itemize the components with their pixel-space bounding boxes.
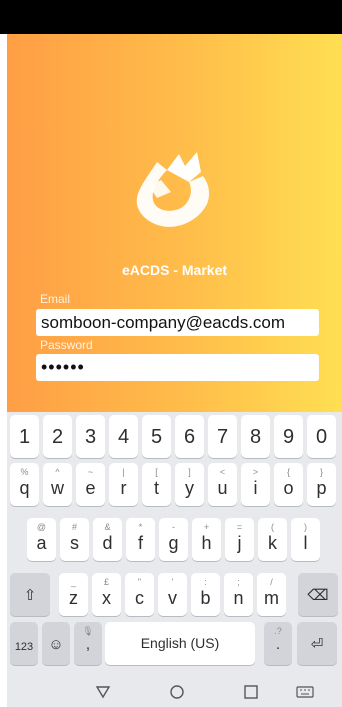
key-t[interactable]: [t — [142, 463, 171, 506]
period-key[interactable]: .? . — [264, 622, 292, 665]
key-a[interactable]: @ a — [27, 518, 56, 561]
key-x[interactable]: £ x — [92, 573, 121, 616]
key-b[interactable]: :b — [191, 573, 220, 616]
app-logo-icon — [136, 152, 210, 227]
key-u[interactable]: < u — [208, 463, 237, 506]
key-y[interactable]: ] y — [175, 463, 204, 506]
key-6[interactable]: 6 — [175, 415, 204, 458]
key-v[interactable]: ' v — [158, 573, 187, 616]
key-w[interactable]: ^ w — [43, 463, 72, 506]
keyboard-hide-icon[interactable] — [295, 683, 315, 701]
email-label: Email — [40, 292, 71, 306]
home-icon[interactable] — [167, 683, 187, 701]
shift-key[interactable]: ⇧ — [10, 573, 50, 616]
comma-key[interactable]: 🎙 , — [74, 622, 102, 665]
shift-icon: ⇧ — [23, 587, 37, 604]
key-q[interactable]: % q — [10, 463, 39, 506]
key-g[interactable]: -g — [159, 518, 188, 561]
key-9[interactable]: 9 — [274, 415, 303, 458]
key-k[interactable]: (k — [258, 518, 287, 561]
email-field[interactable]: somboon-company@eacds.com — [36, 309, 319, 336]
key-j[interactable]: = j — [225, 518, 254, 561]
key-l[interactable]: ) l — [291, 518, 320, 561]
status-bar — [0, 0, 342, 34]
key-z[interactable]: _ z — [59, 573, 88, 616]
key-2[interactable]: 2 — [43, 415, 72, 458]
key-f[interactable]: * f — [126, 518, 155, 561]
numbers-key[interactable]: 123 — [10, 622, 38, 665]
emoji-icon: ☺ — [48, 636, 64, 653]
recents-icon[interactable] — [241, 683, 261, 701]
password-label: Password — [40, 338, 93, 352]
key-e[interactable]: ~ e — [76, 463, 105, 506]
key-0[interactable]: 0 — [307, 415, 336, 458]
key-c[interactable]: " c — [125, 573, 154, 616]
navigation-bar — [7, 677, 342, 707]
enter-icon: ⏎ — [310, 636, 324, 653]
backspace-key[interactable]: ⌫ — [298, 573, 338, 616]
key-5[interactable]: 5 — [142, 415, 171, 458]
key-n[interactable]: ; n — [224, 573, 253, 616]
space-key[interactable]: English (US) — [105, 622, 255, 665]
key-o[interactable]: {o — [274, 463, 303, 506]
backspace-icon: ⌫ — [307, 587, 329, 604]
app-title: eACDS - Market — [121, 262, 228, 278]
back-icon[interactable] — [93, 683, 113, 701]
key-1[interactable]: 1 — [10, 415, 39, 458]
password-field[interactable]: •••••• — [36, 354, 319, 381]
emoji-key[interactable]: ☺ — [42, 622, 70, 665]
key-8[interactable]: 8 — [241, 415, 270, 458]
key-7[interactable]: 7 — [208, 415, 237, 458]
key-s[interactable]: # s — [60, 518, 89, 561]
enter-key[interactable]: ⏎ — [297, 622, 337, 665]
key-r[interactable]: | r — [109, 463, 138, 506]
key-d[interactable]: & d — [93, 518, 122, 561]
key-h[interactable]: + h — [192, 518, 221, 561]
login-screen: eACDS - Market Email somboon-company@eac… — [7, 34, 342, 412]
key-4[interactable]: 4 — [109, 415, 138, 458]
key-i[interactable]: > i — [241, 463, 270, 506]
key-p[interactable]: } p — [307, 463, 336, 506]
key-m[interactable]: / m — [257, 573, 286, 616]
key-3[interactable]: 3 — [76, 415, 105, 458]
